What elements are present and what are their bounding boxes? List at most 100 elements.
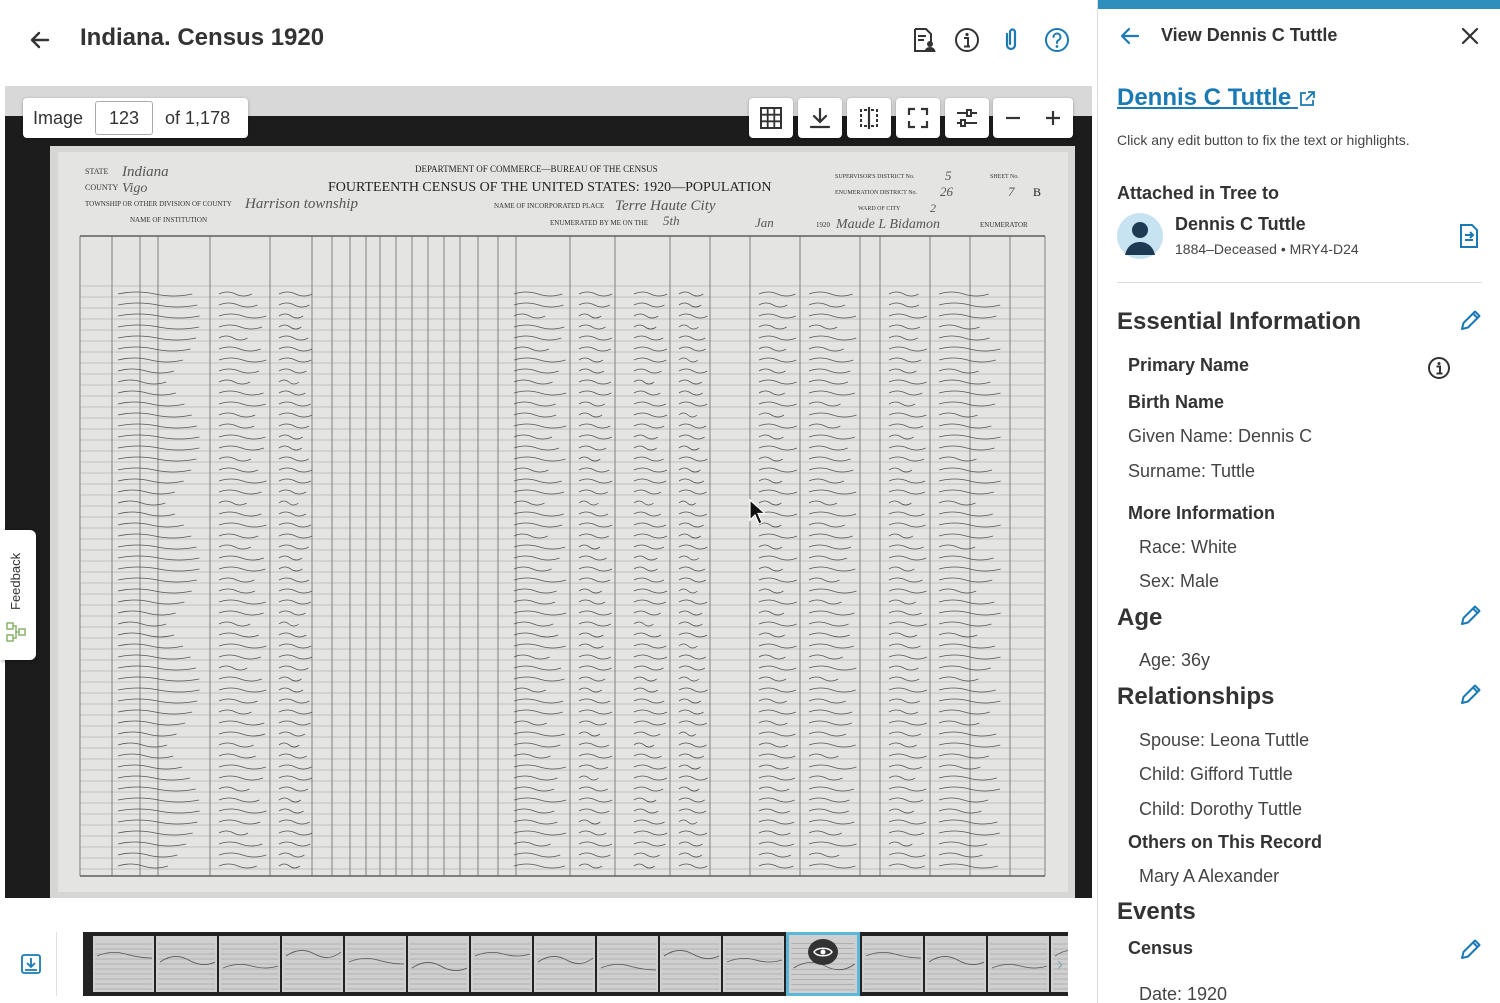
edit-census-pencil-icon[interactable] — [1458, 936, 1484, 962]
person-name: Dennis C Tuttle — [1117, 84, 1292, 111]
adjust-icon — [957, 109, 977, 127]
supervisor-label: SUPERVISOR'S DISTRICT No. — [835, 174, 915, 180]
image-number-input[interactable] — [95, 101, 154, 135]
grid-view-button[interactable] — [749, 98, 793, 138]
thumbnail[interactable] — [862, 936, 923, 992]
enumerated-label: ENUMERATED BY ME ON THE — [550, 219, 648, 227]
edit-hint: Click any edit button to fix the text or… — [1117, 132, 1410, 148]
supervisor-value: 5 — [945, 168, 952, 183]
panel-back-icon[interactable] — [1118, 24, 1142, 48]
tree-record-icon[interactable] — [1457, 223, 1481, 249]
info-icon[interactable] — [953, 26, 981, 54]
document-person-icon[interactable] — [909, 26, 937, 54]
census-date: Date: 1920 — [1139, 984, 1228, 1003]
attachment-icon[interactable] — [997, 26, 1025, 54]
tree-person-details: 1884–Deceased • MRY4-D24 — [1175, 241, 1359, 257]
events-heading: Events — [1117, 898, 1196, 925]
sheet-label: SHEET No. — [990, 174, 1019, 180]
zoom-in-icon[interactable] — [1043, 108, 1063, 128]
feedback-label: Feedback — [8, 552, 23, 610]
thumbnail[interactable] — [408, 936, 469, 992]
birth-name-label: Birth Name — [1128, 392, 1225, 412]
primary-name-info-icon[interactable] — [1427, 356, 1451, 380]
other-person: Mary A Alexander — [1139, 866, 1280, 886]
doc-dept: DEPARTMENT OF COMMERCE—BUREAU OF THE CEN… — [415, 164, 658, 174]
enumerated-year: 1920 — [816, 221, 831, 229]
relationships-heading: Relationships — [1117, 683, 1275, 710]
help-icon[interactable] — [1043, 26, 1071, 54]
thumbnail[interactable] — [723, 936, 784, 992]
adjust-button[interactable] — [945, 98, 989, 138]
filmstrip-icon — [20, 954, 41, 974]
back-arrow-icon[interactable] — [26, 26, 54, 54]
eye-icon — [808, 939, 838, 965]
thumbnail[interactable] — [219, 936, 280, 992]
incorporated-label: NAME OF INCORPORATED PLACE — [494, 202, 604, 210]
fullscreen-button[interactable] — [896, 98, 940, 138]
viewer-header: Indiana. Census 1920 — [0, 0, 1097, 84]
person-name-link[interactable]: Dennis C Tuttle — [1117, 84, 1316, 112]
filmstrip-toggle[interactable] — [5, 932, 57, 996]
filmstrip: ‹ › — [5, 928, 1092, 1000]
thumbnail[interactable] — [988, 936, 1049, 992]
edit-relationships-pencil-icon[interactable] — [1458, 681, 1484, 707]
primary-name-label: Primary Name — [1128, 355, 1250, 375]
thumbnail[interactable] — [925, 936, 986, 992]
tree-person-name[interactable]: Dennis C Tuttle — [1175, 214, 1306, 235]
more-info-label: More Information — [1128, 503, 1275, 523]
census-sheet: STATE Indiana COUNTY Vigo TOWNSHIP OR OT… — [50, 146, 1075, 898]
others-on-record-label: Others on This Record — [1128, 832, 1323, 852]
zoom-out-icon[interactable] — [1003, 108, 1023, 128]
grid-icon — [760, 107, 782, 129]
filmstrip-track — [83, 932, 1068, 996]
enumerator-label: ENUMERATOR — [980, 221, 1028, 229]
filmstrip-next-arrow[interactable]: › — [1057, 954, 1063, 975]
image-counter: Image of 1,178 — [23, 98, 248, 138]
thumbnail[interactable] — [156, 936, 217, 992]
sex: Sex: Male — [1139, 571, 1220, 591]
mouse-cursor-icon — [749, 498, 767, 525]
record-viewer-area: Indiana. Census 1920 Image of 1,178 — [0, 0, 1097, 1003]
relationship-spouse: Spouse: Leona Tuttle — [1139, 730, 1310, 750]
page-title: Indiana. Census 1920 — [80, 24, 325, 51]
fullscreen-icon — [907, 107, 929, 129]
county-value: Vigo — [122, 181, 147, 196]
township-value: Harrison township — [244, 196, 358, 212]
surname: Surname: Tuttle — [1128, 461, 1256, 481]
relationship-child-2: Child: Dorothy Tuttle — [1139, 799, 1303, 819]
compare-button[interactable] — [847, 98, 891, 138]
thumbnail[interactable] — [93, 936, 154, 992]
institution-label: NAME OF INSTITUTION — [130, 216, 207, 224]
relationship-child-1: Child: Gifford Tuttle — [1139, 764, 1293, 784]
incorporated-value: Terre Haute City — [615, 198, 716, 214]
edit-essential-pencil-icon[interactable] — [1458, 307, 1484, 333]
thumbnail[interactable] — [345, 936, 406, 992]
download-button[interactable] — [798, 98, 842, 138]
thumbnail[interactable] — [471, 936, 532, 992]
state-value: Indiana — [121, 164, 169, 180]
race: Race: White — [1139, 537, 1238, 557]
edit-age-pencil-icon[interactable] — [1458, 602, 1484, 628]
image-viewer[interactable]: Image of 1,178 — [5, 86, 1092, 898]
close-icon[interactable] — [1458, 24, 1482, 48]
essential-info-heading: Essential Information — [1117, 308, 1362, 335]
tree-icon — [6, 622, 26, 642]
doc-title: FOURTEENTH CENSUS OF THE UNITED STATES: … — [328, 180, 771, 195]
panel-divider — [1117, 282, 1482, 283]
thumbnail[interactable] — [597, 936, 658, 992]
avatar — [1117, 213, 1163, 259]
compare-icon — [860, 107, 878, 129]
enumerator-name: Maude L Bidamon — [835, 217, 940, 232]
feedback-tab[interactable]: Feedback — [0, 530, 36, 660]
person-detail-panel: View Dennis C Tuttle Dennis C Tuttle Cli… — [1097, 0, 1500, 1003]
image-label: Image — [33, 107, 84, 128]
thumbnail[interactable] — [534, 936, 595, 992]
thumbnail[interactable] — [660, 936, 721, 992]
thumbnail-active[interactable] — [786, 932, 860, 996]
state-label: STATE — [85, 167, 108, 176]
county-label: COUNTY — [85, 183, 119, 192]
census-image[interactable]: STATE Indiana COUNTY Vigo TOWNSHIP OR OT… — [50, 146, 1075, 898]
thumbnail[interactable] — [282, 936, 343, 992]
download-icon — [809, 107, 831, 129]
census-event-label: Census — [1128, 938, 1194, 958]
